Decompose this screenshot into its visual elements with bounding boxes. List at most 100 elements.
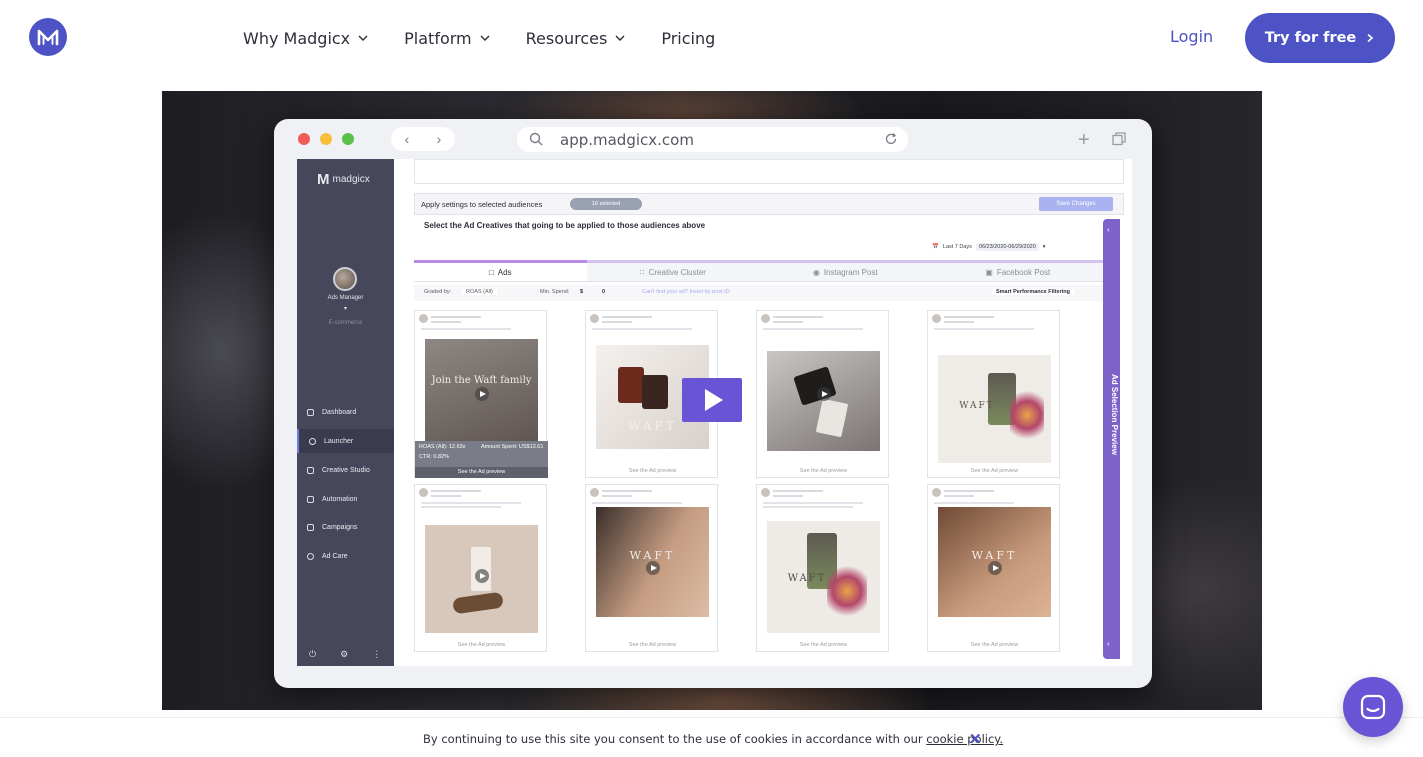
min-spend-value: 0 — [602, 289, 606, 295]
ad-card: Join the Waft family ROAS (All): 12.63x … — [414, 310, 548, 478]
chat-launcher[interactable] — [1343, 677, 1403, 737]
sidebar-item-automation: Automation — [297, 487, 394, 511]
url-text: app.madgicx.com — [560, 131, 694, 149]
new-tab-icon: + — [1078, 129, 1090, 151]
ad-creatives-grid: Join the Waft family ROAS (All): 12.63x … — [414, 310, 1104, 655]
nav-why-madgicx-label: Why Madgicx — [243, 28, 351, 48]
gear-icon: ⚙ — [340, 649, 349, 659]
smart-filter-select: Smart Performance Filtering — [992, 289, 1074, 295]
chevron-left-icon: ‹ — [1107, 225, 1110, 234]
sidebar-item-label: Creative Studio — [322, 466, 370, 474]
selected-pill: 16 selected — [570, 198, 642, 210]
sidebar-item-label: Campaigns — [322, 523, 358, 531]
sidebar-bottom-icons: ⏻ ⚙ ⋮ — [309, 649, 381, 660]
tab-creative-cluster: ∷ Creative Cluster — [586, 260, 759, 281]
ad-selection-preview-tab: ‹ Ad Selection Preview ‹ — [1103, 219, 1120, 659]
sidebar-item-campaigns: Campaigns — [297, 515, 394, 539]
ad-creative-image: WAFT — [767, 521, 880, 633]
tab-facebook-post: ▣ Facebook Post — [931, 260, 1104, 281]
see-ad-preview: See the Ad preview — [457, 642, 506, 648]
back-arrow-icon: ‹ — [404, 131, 410, 147]
account-type: E-commerce — [328, 320, 363, 326]
sidebar-item-creative-studio: Creative Studio — [297, 458, 394, 482]
tab-ads: □ Ads — [414, 260, 587, 281]
play-icon — [475, 569, 489, 583]
sidebar-item-label: Ad Care — [322, 552, 348, 560]
play-icon — [817, 387, 831, 401]
calendar-icon: 📅 — [932, 244, 939, 250]
play-icon — [646, 561, 660, 575]
chevron-down-icon — [615, 35, 625, 41]
app-sidebar: Mmadgicx Ads Manager ▾ E-commerce Dashbo… — [297, 159, 394, 666]
creative-text: WAFT — [959, 401, 995, 411]
cookie-banner: By continuing to use this site you conse… — [0, 717, 1423, 757]
demo-video[interactable]: ‹ › app.madgicx.com + Mmadgicx Ads Manag… — [162, 91, 1262, 710]
nav-why-madgicx[interactable]: Why Madgicx — [243, 27, 369, 49]
ad-stats-overlay: ROAS (All): 12.63x Amount Spent: US$13.6… — [415, 441, 548, 478]
creative-text: WAFT — [787, 573, 827, 584]
close-dot-icon — [298, 133, 310, 145]
date-range-label: Last 7 Days — [942, 244, 972, 250]
graded-by-select: ROAS (All) — [462, 289, 497, 295]
image-icon — [307, 466, 314, 474]
search-icon — [529, 132, 543, 146]
try-for-free-button[interactable]: Try for free — [1245, 13, 1395, 63]
minimize-dot-icon — [320, 133, 332, 145]
video-play-button[interactable] — [682, 378, 742, 422]
madgicx-logo[interactable] — [29, 18, 67, 56]
cookie-message: By continuing to use this site you conse… — [423, 732, 923, 746]
forward-arrow-icon: › — [436, 131, 442, 147]
see-ad-preview: See the Ad preview — [799, 642, 848, 648]
target-icon — [309, 437, 316, 445]
nav-resources-label: Resources — [525, 28, 608, 48]
stat-amount: Amount Spent: US$13.61 — [481, 444, 544, 450]
see-ad-preview: See the Ad preview — [628, 468, 677, 474]
cookie-message-line: By continuing to use this site you conse… — [423, 732, 1003, 746]
tab-instagram-post: ◉ Instagram Post — [759, 260, 932, 281]
grid-icon: ∷ — [639, 267, 645, 277]
ad-card: See the Ad preview — [414, 484, 547, 652]
see-ad-preview: See the Ad preview — [970, 642, 1019, 648]
close-icon[interactable]: ✕ — [969, 730, 982, 748]
address-bar: app.madgicx.com — [517, 127, 908, 152]
megaphone-icon — [307, 523, 314, 531]
creative-tabs: □ Ads ∷ Creative Cluster ◉ Instagram Post ▣… — [414, 260, 1104, 282]
creative-text: Join the Waft family — [431, 375, 532, 386]
nav-resources[interactable]: Resources — [526, 27, 627, 49]
date-range: 📅 Last 7 Days 06/23/2020-06/29/2020 ▾ — [932, 239, 1092, 255]
madgicx-m-icon — [37, 29, 59, 46]
maximize-dot-icon — [342, 133, 354, 145]
sidebar-item-label: Dashboard — [322, 408, 357, 416]
play-icon — [988, 561, 1002, 575]
cookie-policy-link[interactable]: cookie policy. — [926, 732, 1003, 746]
sidebar-item-label: Launcher — [324, 437, 354, 445]
app-m-icon: M — [317, 171, 329, 188]
tab-label: Instagram Post — [823, 267, 878, 277]
sidebar-item-launcher: Launcher — [297, 429, 394, 453]
see-ad-preview: See the Ad preview — [799, 468, 848, 474]
tabs-icon — [1112, 132, 1126, 146]
play-icon — [475, 387, 489, 401]
nav-pricing[interactable]: Pricing — [661, 27, 715, 49]
account-name: Ads Manager — [327, 295, 364, 301]
chevron-left-icon: ‹ — [1107, 639, 1110, 648]
app-main: Apply settings to selected audiences 16 … — [394, 159, 1132, 666]
ad-card: WAFT See the Ad preview — [585, 484, 718, 652]
reload-icon — [885, 133, 897, 145]
sidebar-item-dashboard: Dashboard — [297, 400, 394, 424]
ad-creative-image — [767, 351, 880, 451]
apply-settings-label: Apply settings to selected audiences — [421, 200, 543, 209]
heart-icon — [307, 552, 314, 560]
chevron-down-icon — [480, 35, 490, 41]
instagram-icon: ◉ — [812, 267, 820, 277]
login-link[interactable]: Login — [1170, 27, 1213, 46]
ad-creative-image: WAFT — [938, 355, 1051, 463]
caret-down-icon: ▾ — [1042, 244, 1046, 250]
tab-label: Creative Cluster — [648, 267, 706, 277]
nav-links: Why Madgicx Platform Resources Pricing — [243, 27, 750, 49]
nav-platform[interactable]: Platform — [404, 27, 490, 49]
see-ad-preview: See the Ad preview — [970, 468, 1019, 474]
sliders-icon — [307, 495, 314, 503]
see-ad-preview: See the Ad preview — [628, 642, 677, 648]
sidebar-item-label: Automation — [322, 495, 358, 503]
